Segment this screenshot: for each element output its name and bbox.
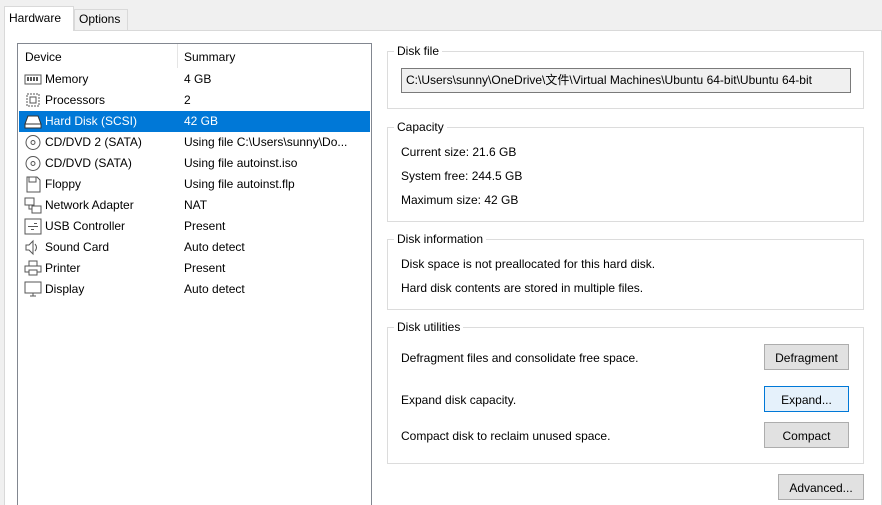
device-row-memory[interactable]: Memory 4 GB	[19, 69, 370, 90]
device-name: Floppy	[45, 177, 82, 191]
usb-icon	[24, 218, 42, 235]
device-name: CD/DVD (SATA)	[45, 156, 132, 170]
device-name: Hard Disk (SCSI)	[45, 114, 138, 128]
memory-icon	[24, 71, 42, 88]
monitor-icon	[24, 281, 42, 298]
compact-button[interactable]: Compact	[764, 422, 849, 448]
speaker-icon	[24, 239, 42, 256]
preallocation-info: Disk space is not preallocated for this …	[401, 257, 656, 271]
device-name: Display	[45, 282, 85, 296]
processor-icon	[24, 92, 42, 109]
disk-file-group: Disk file C:\Users\sunny\OneDrive\文件\Vir…	[387, 43, 864, 109]
device-summary: 42 GB	[184, 114, 219, 128]
device-name: Printer	[45, 261, 81, 275]
column-divider[interactable]	[177, 44, 178, 68]
defragment-description: Defragment files and consolidate free sp…	[401, 351, 639, 365]
device-row-cd-dvd-2[interactable]: CD/DVD 2 (SATA) Using file C:\Users\sunn…	[19, 132, 370, 153]
tab-options[interactable]: Options	[74, 9, 128, 30]
expand-button[interactable]: Expand...	[764, 386, 849, 412]
expand-description: Expand disk capacity.	[401, 393, 517, 407]
network-adapter-icon	[24, 197, 42, 214]
device-summary: Present	[184, 219, 226, 233]
hard-disk-icon	[24, 113, 42, 130]
capacity-group: Capacity Current size: 21.6 GB System fr…	[387, 119, 864, 222]
device-summary: Auto detect	[184, 282, 245, 296]
device-summary: Using file C:\Users\sunny\Do...	[184, 135, 348, 149]
disk-utilities-group: Disk utilities Defragment files and cons…	[387, 319, 864, 464]
group-title: Disk utilities	[394, 319, 464, 335]
printer-icon	[24, 260, 42, 277]
device-list-header: Device Summary	[18, 44, 371, 68]
multiple-files-info: Hard disk contents are stored in multipl…	[401, 281, 644, 295]
device-name: Network Adapter	[45, 198, 134, 212]
device-row-floppy[interactable]: Floppy Using file autoinst.flp	[19, 174, 370, 195]
disk-file-path-field[interactable]: C:\Users\sunny\OneDrive\文件\Virtual Machi…	[401, 68, 851, 93]
disk-information-group: Disk information Disk space is not preal…	[387, 231, 864, 310]
device-row-usb-controller[interactable]: USB Controller Present	[19, 216, 370, 237]
device-row-printer[interactable]: Printer Present	[19, 258, 370, 279]
column-header-device[interactable]: Device	[25, 44, 62, 68]
tab-strip: Options Hardware	[0, 0, 882, 31]
device-row-sound-card[interactable]: Sound Card Auto detect	[19, 237, 370, 258]
device-name: Memory	[45, 72, 89, 86]
device-name: USB Controller	[45, 219, 126, 233]
column-header-summary[interactable]: Summary	[184, 44, 235, 68]
device-summary: Auto detect	[184, 240, 245, 254]
device-summary: 2	[184, 93, 191, 107]
group-title: Disk information	[394, 231, 487, 247]
group-title: Disk file	[394, 43, 443, 59]
current-size-label: Current size: 21.6 GB	[401, 145, 517, 159]
device-summary: Using file autoinst.flp	[184, 177, 295, 191]
device-name: Sound Card	[45, 240, 110, 254]
cd-dvd-icon	[24, 134, 42, 151]
maximum-size-label: Maximum size: 42 GB	[401, 193, 519, 207]
device-summary: Using file autoinst.iso	[184, 156, 298, 170]
device-row-hard-disk[interactable]: Hard Disk (SCSI) 42 GB	[19, 111, 370, 132]
group-title: Capacity	[394, 119, 447, 135]
device-row-network-adapter[interactable]: Network Adapter NAT	[19, 195, 370, 216]
device-row-processors[interactable]: Processors 2	[19, 90, 370, 111]
device-list[interactable]: Device Summary Memory 4 GB Processors 2 …	[17, 43, 372, 505]
floppy-icon	[24, 176, 42, 193]
defragment-button[interactable]: Defragment	[764, 344, 849, 370]
device-summary: NAT	[184, 198, 208, 212]
system-free-label: System free: 244.5 GB	[401, 169, 523, 183]
tab-hardware[interactable]: Hardware	[4, 6, 74, 31]
device-row-display[interactable]: Display Auto detect	[19, 279, 370, 300]
cd-dvd-icon	[24, 155, 42, 172]
device-name: CD/DVD 2 (SATA)	[45, 135, 142, 149]
device-summary: Present	[184, 261, 226, 275]
device-summary: 4 GB	[184, 72, 212, 86]
advanced-button[interactable]: Advanced...	[778, 474, 864, 500]
device-row-cd-dvd[interactable]: CD/DVD (SATA) Using file autoinst.iso	[19, 153, 370, 174]
compact-description: Compact disk to reclaim unused space.	[401, 429, 611, 443]
device-name: Processors	[45, 93, 106, 107]
